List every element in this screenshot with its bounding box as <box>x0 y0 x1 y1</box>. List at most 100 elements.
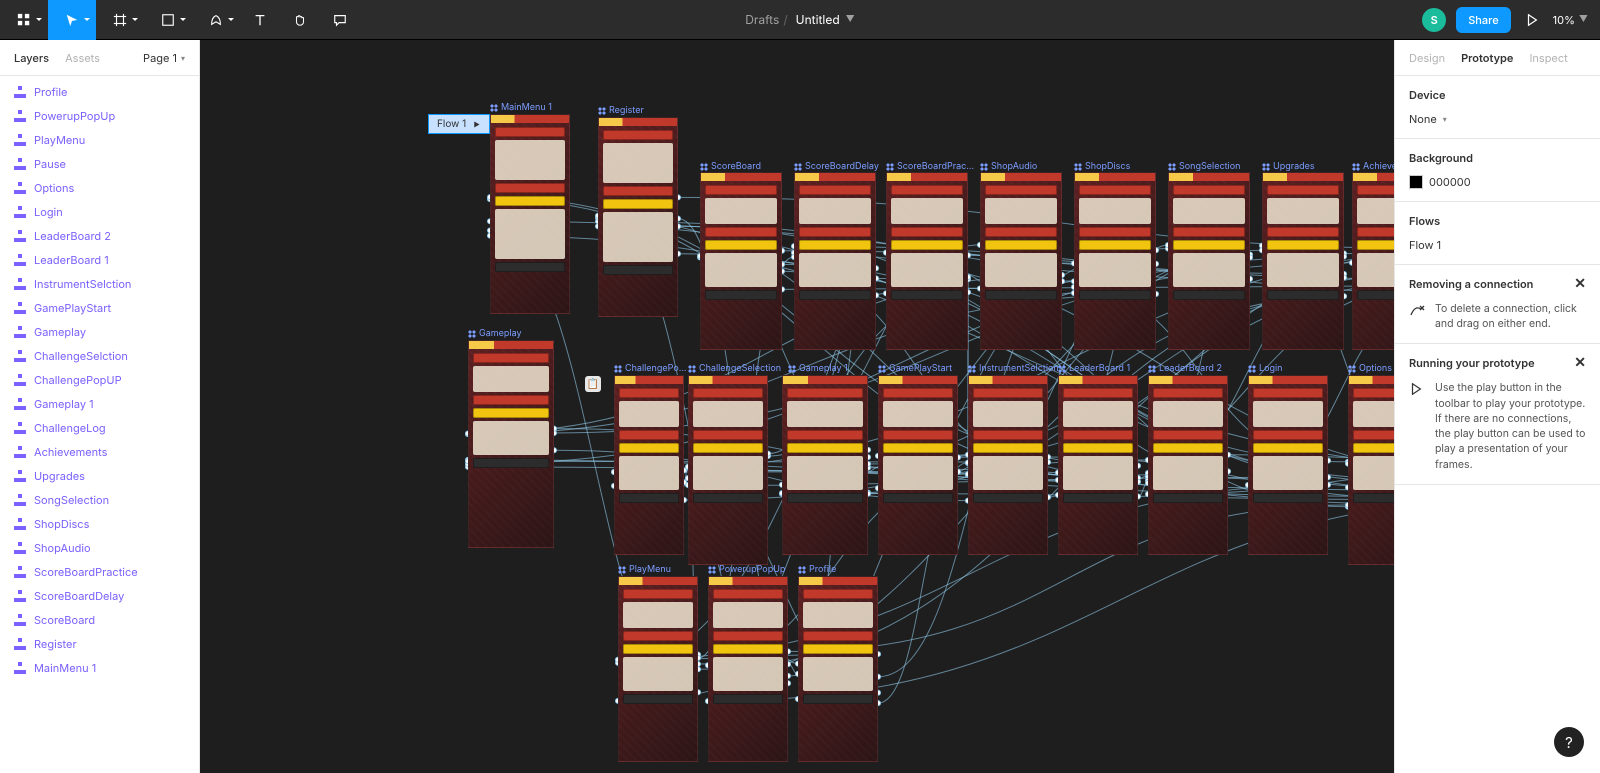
tab-design[interactable]: Design <box>1409 51 1445 65</box>
frame-label[interactable]: Profile <box>798 564 836 575</box>
layer-item[interactable]: Gameplay <box>0 320 199 344</box>
layer-item[interactable]: LeaderBoard 1 <box>0 248 199 272</box>
frame-label[interactable]: ScoreBoardPrac... <box>886 161 974 172</box>
frame-label[interactable]: LeaderBoard 1 <box>1058 363 1130 374</box>
clipboard-icon[interactable]: 📋 <box>585 376 601 392</box>
tab-prototype[interactable]: Prototype <box>1461 51 1513 65</box>
prototype-frame[interactable] <box>688 375 768 565</box>
layer-item[interactable]: ShopDiscs <box>0 512 199 536</box>
help-fab[interactable]: ? <box>1554 727 1584 757</box>
prototype-frame[interactable] <box>1348 375 1394 565</box>
prototype-frame[interactable] <box>980 172 1062 350</box>
canvas[interactable]: Flow 1 ✕ ✕ 📋 📋 🔗 MainMenu 1RegisterScore… <box>200 40 1394 773</box>
frame-label[interactable]: Login <box>1248 363 1283 374</box>
prototype-frame[interactable] <box>1248 375 1328 555</box>
prototype-frame[interactable] <box>1262 172 1344 350</box>
close-icon[interactable]: ✕ <box>1574 356 1586 370</box>
shape-tool[interactable] <box>144 0 192 40</box>
layer-item[interactable]: Options <box>0 176 199 200</box>
prototype-frame[interactable] <box>700 172 782 350</box>
prototype-frame[interactable] <box>968 375 1048 555</box>
layer-item[interactable]: InstrumentSelction <box>0 272 199 296</box>
frame-label[interactable]: ShopDiscs <box>1074 161 1130 172</box>
prototype-frame[interactable] <box>878 375 958 555</box>
comment-tool[interactable] <box>320 0 360 40</box>
tab-layers[interactable]: Layers <box>14 51 49 65</box>
text-tool[interactable] <box>240 0 280 40</box>
layer-item[interactable]: Register <box>0 632 199 656</box>
prototype-frame[interactable] <box>798 576 878 762</box>
page-selector[interactable]: Page 1 ▾ <box>143 51 185 65</box>
prototype-frame[interactable] <box>794 172 876 350</box>
prototype-frame[interactable] <box>468 340 554 548</box>
prototype-frame[interactable] <box>1058 375 1138 555</box>
layer-item[interactable]: Gameplay 1 <box>0 392 199 416</box>
layer-item[interactable]: LeaderBoard 2 <box>0 224 199 248</box>
layer-item[interactable]: Achievements <box>0 440 199 464</box>
device-dropdown[interactable]: None ▾ <box>1409 112 1586 126</box>
frame-label[interactable]: Gameplay <box>468 328 522 339</box>
layer-item[interactable]: ScoreBoardPractice <box>0 560 199 584</box>
prototype-frame[interactable] <box>1074 172 1156 350</box>
layer-item[interactable]: SongSelection <box>0 488 199 512</box>
layer-item[interactable]: ChallengePopUP <box>0 368 199 392</box>
frame-label[interactable]: Upgrades <box>1262 161 1315 172</box>
layer-item[interactable]: GamePlayStart <box>0 296 199 320</box>
frame-label[interactable]: SongSelection <box>1168 161 1240 172</box>
frame-label[interactable]: GamePlayStart <box>878 363 952 374</box>
main-menu-button[interactable] <box>0 0 48 40</box>
layer-item[interactable]: Login <box>0 200 199 224</box>
flow-start-badge[interactable]: Flow 1 <box>428 114 490 134</box>
prototype-frame[interactable] <box>598 117 678 317</box>
frame-label[interactable]: Gameplay 1 <box>788 363 848 374</box>
prototype-frame[interactable] <box>1148 375 1228 555</box>
layer-item[interactable]: Upgrades <box>0 464 199 488</box>
frame-tool[interactable] <box>96 0 144 40</box>
layer-item[interactable]: ScoreBoard <box>0 608 199 632</box>
background-color-control[interactable]: 000000 <box>1409 175 1586 189</box>
frame-label[interactable]: ShopAudio <box>980 161 1037 172</box>
prototype-frame[interactable] <box>886 172 968 350</box>
layer-item[interactable]: PowerupPopUp <box>0 104 199 128</box>
layer-item[interactable]: Profile <box>0 80 199 104</box>
prototype-frame[interactable] <box>708 576 788 762</box>
prototype-frame[interactable] <box>1168 172 1250 350</box>
frame-label[interactable]: Achievements <box>1352 161 1394 172</box>
layer-item[interactable]: ChallengeLog <box>0 416 199 440</box>
share-button[interactable]: Share <box>1456 7 1510 33</box>
frame-label[interactable]: LeaderBoard 2 <box>1148 363 1222 374</box>
frame-label[interactable]: MainMenu 1 <box>490 102 552 113</box>
hand-tool[interactable] <box>280 0 320 40</box>
frame-label[interactable]: PlayMenu <box>618 564 671 575</box>
zoom-control[interactable]: 10% ▼ <box>1553 13 1588 27</box>
file-breadcrumb[interactable]: Drafts / Untitled ▼ <box>745 12 855 27</box>
frame-label[interactable]: ScoreBoard <box>700 161 761 172</box>
layer-item[interactable]: ChallengeSelction <box>0 344 199 368</box>
frame-label[interactable]: ChallengePo... <box>614 363 687 374</box>
pen-tool[interactable] <box>192 0 240 40</box>
prototype-frame[interactable] <box>614 375 684 555</box>
frame-label[interactable]: PowerupPopUp <box>708 564 785 575</box>
frame-label[interactable]: ChallengeSelection <box>688 363 781 374</box>
frame-label[interactable]: Register <box>598 105 644 116</box>
prototype-frame[interactable] <box>618 576 698 762</box>
prototype-frame[interactable] <box>1352 172 1394 350</box>
flow-item[interactable]: Flow 1 <box>1409 238 1586 252</box>
tab-inspect[interactable]: Inspect <box>1529 51 1567 65</box>
present-button[interactable] <box>1521 13 1543 27</box>
layer-item[interactable]: PlayMenu <box>0 128 199 152</box>
layer-item[interactable]: MainMenu 1 <box>0 656 199 680</box>
frame-label[interactable]: Options <box>1348 363 1392 374</box>
prototype-frame[interactable] <box>782 375 868 555</box>
layer-item[interactable]: Pause <box>0 152 199 176</box>
move-tool[interactable] <box>48 0 96 40</box>
frame-label[interactable]: InstrumentSelction <box>968 363 1059 374</box>
avatar[interactable]: S <box>1422 8 1446 32</box>
close-icon[interactable]: ✕ <box>1574 277 1586 291</box>
frame-label[interactable]: ScoreBoardDelay <box>794 161 879 172</box>
layer-item[interactable]: ScoreBoardDelay <box>0 584 199 608</box>
layer-item[interactable]: ShopAudio <box>0 536 199 560</box>
noodle-delete-icon <box>1409 301 1425 331</box>
tab-assets[interactable]: Assets <box>65 51 100 65</box>
prototype-frame[interactable] <box>490 114 570 314</box>
